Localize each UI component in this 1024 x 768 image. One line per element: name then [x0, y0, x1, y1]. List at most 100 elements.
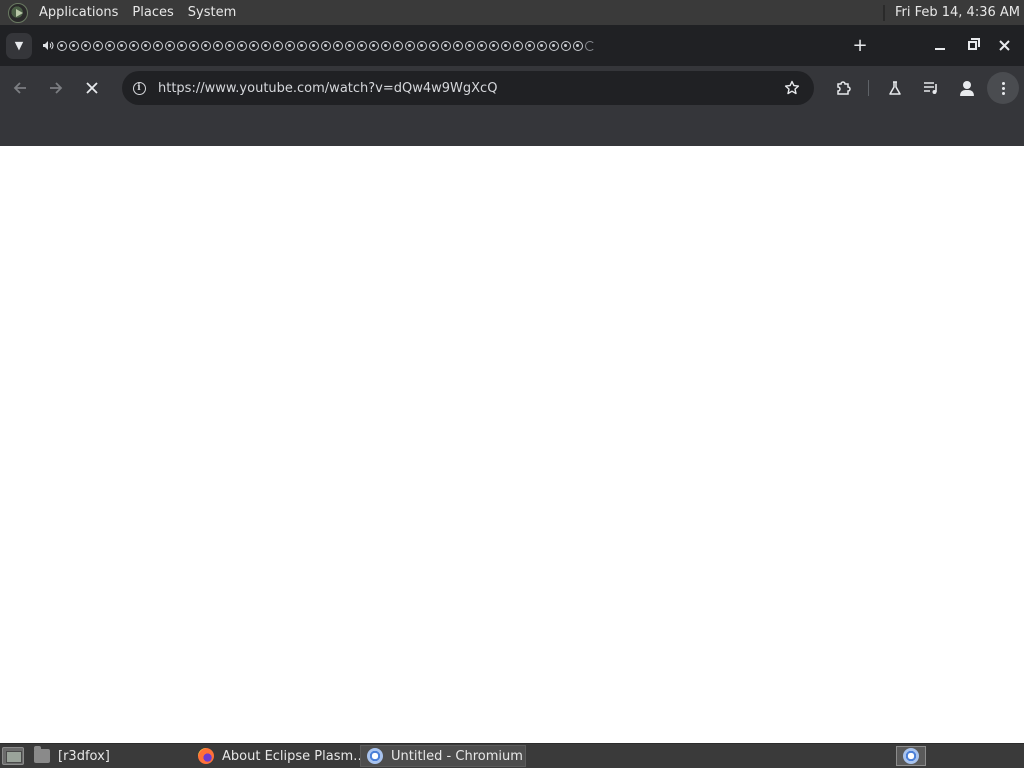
- browser-tab[interactable]: [548, 36, 560, 56]
- page-content[interactable]: [0, 146, 1024, 743]
- browser-tab[interactable]: [104, 36, 116, 56]
- tab-favicon-icon: [93, 40, 103, 51]
- browser-tab[interactable]: [68, 36, 80, 56]
- browser-tab[interactable]: [224, 36, 236, 56]
- browser-tab[interactable]: [80, 36, 92, 56]
- browser-tab[interactable]: [380, 36, 392, 56]
- person-icon: [959, 80, 975, 96]
- browser-tab[interactable]: [152, 36, 164, 56]
- browser-tab[interactable]: [512, 36, 524, 56]
- tab-favicon-icon: [273, 40, 283, 51]
- browser-tab[interactable]: [368, 36, 380, 56]
- tab-favicon-icon: [537, 40, 547, 51]
- tab-audio-icon[interactable]: [40, 36, 56, 56]
- stop-icon: [86, 82, 98, 94]
- browser-tab[interactable]: [248, 36, 260, 56]
- task-label: [r3dfox]: [58, 748, 110, 764]
- forward-button[interactable]: [40, 72, 72, 104]
- browser-tab[interactable]: [344, 36, 356, 56]
- browser-tab[interactable]: [572, 36, 584, 56]
- tab-favicon-icon: [465, 40, 475, 51]
- tab-favicon-icon: [585, 40, 595, 51]
- browser-tab[interactable]: [440, 36, 452, 56]
- media-controls-button[interactable]: [915, 72, 947, 104]
- browser-tab[interactable]: [464, 36, 476, 56]
- browser-tab[interactable]: [428, 36, 440, 56]
- browser-tab[interactable]: [488, 36, 500, 56]
- minimize-icon: [935, 47, 945, 50]
- browser-tab[interactable]: [392, 36, 404, 56]
- browser-tab[interactable]: [176, 36, 188, 56]
- system-tray: [896, 746, 1024, 766]
- browser-tab[interactable]: [128, 36, 140, 56]
- tray-chromium[interactable]: [896, 746, 926, 766]
- tab-favicon-icon: [237, 40, 247, 51]
- menu-places[interactable]: Places: [125, 5, 180, 20]
- new-tab-button[interactable]: +: [848, 34, 872, 58]
- tab-favicon-icon: [573, 40, 583, 51]
- browser-tab[interactable]: [356, 36, 368, 56]
- browser-tab[interactable]: [560, 36, 572, 56]
- url-text[interactable]: https://www.youtube.com/watch?v=dQw4w9Wg…: [158, 81, 778, 96]
- taskbar-item-firefox[interactable]: About Eclipse Plasm…: [192, 745, 366, 767]
- tab-favicon-icon: [165, 40, 175, 51]
- tab-favicon-icon: [105, 40, 115, 51]
- tab-favicon-icon: [153, 40, 163, 51]
- browser-tab[interactable]: [56, 36, 68, 56]
- browser-tab[interactable]: [200, 36, 212, 56]
- stop-loading-button[interactable]: [76, 72, 108, 104]
- clock[interactable]: Fri Feb 14, 4:36 AM: [895, 5, 1020, 20]
- taskbar-item-chromium[interactable]: Untitled - Chromium: [360, 745, 526, 767]
- browser-tab[interactable]: [416, 36, 428, 56]
- browser-tab[interactable]: [284, 36, 296, 56]
- browser-tab[interactable]: [524, 36, 536, 56]
- browser-tab[interactable]: [308, 36, 320, 56]
- back-button[interactable]: [4, 72, 36, 104]
- browser-tab[interactable]: [332, 36, 344, 56]
- extensions-button[interactable]: [828, 72, 860, 104]
- tab-favicon-icon: [81, 40, 91, 51]
- task-label: About Eclipse Plasm…: [222, 748, 367, 764]
- menu-system[interactable]: System: [181, 5, 243, 20]
- maximize-button[interactable]: [956, 32, 988, 60]
- browser-tab[interactable]: [92, 36, 104, 56]
- browser-tab[interactable]: [452, 36, 464, 56]
- browser-tab[interactable]: [212, 36, 224, 56]
- tab-favicon-icon: [333, 40, 343, 51]
- browser-tab[interactable]: [140, 36, 152, 56]
- tab-favicon-icon: [345, 40, 355, 51]
- tab-favicon-icon: [381, 40, 391, 51]
- site-info-button[interactable]: i: [128, 77, 150, 99]
- browser-tab[interactable]: [260, 36, 272, 56]
- minimize-button[interactable]: [924, 32, 956, 60]
- close-button[interactable]: [988, 32, 1020, 60]
- browser-tab[interactable]: [584, 36, 596, 56]
- taskbar-item-r3dfox[interactable]: [r3dfox]: [28, 745, 188, 767]
- show-desktop-button[interactable]: [2, 747, 24, 765]
- browser-tab[interactable]: [164, 36, 176, 56]
- browser-tab[interactable]: [188, 36, 200, 56]
- tab-favicon-icon: [417, 40, 427, 51]
- browser-tab[interactable]: [296, 36, 308, 56]
- browser-tab[interactable]: [500, 36, 512, 56]
- info-icon: i: [132, 81, 146, 95]
- browser-tab[interactable]: [272, 36, 284, 56]
- address-bar[interactable]: i https://www.youtube.com/watch?v=dQw4w9…: [122, 71, 814, 105]
- tab-favicon-icon: [489, 40, 499, 51]
- profile-button[interactable]: [951, 72, 983, 104]
- browser-tab[interactable]: [476, 36, 488, 56]
- menu-applications[interactable]: Applications: [32, 5, 125, 20]
- browser-menu-button[interactable]: [987, 72, 1019, 104]
- browser-tab[interactable]: [404, 36, 416, 56]
- bookmark-button[interactable]: [778, 74, 806, 102]
- browser-tab[interactable]: [236, 36, 248, 56]
- browser-tab[interactable]: [116, 36, 128, 56]
- labs-button[interactable]: [879, 72, 911, 104]
- close-icon: [998, 40, 1010, 51]
- browser-tab[interactable]: [320, 36, 332, 56]
- tab-favicon-icon: [69, 40, 79, 51]
- browser-tab[interactable]: [536, 36, 548, 56]
- mate-logo-icon[interactable]: [8, 2, 28, 23]
- chromium-icon: [367, 748, 383, 764]
- tab-search-button[interactable]: ▼: [6, 32, 32, 59]
